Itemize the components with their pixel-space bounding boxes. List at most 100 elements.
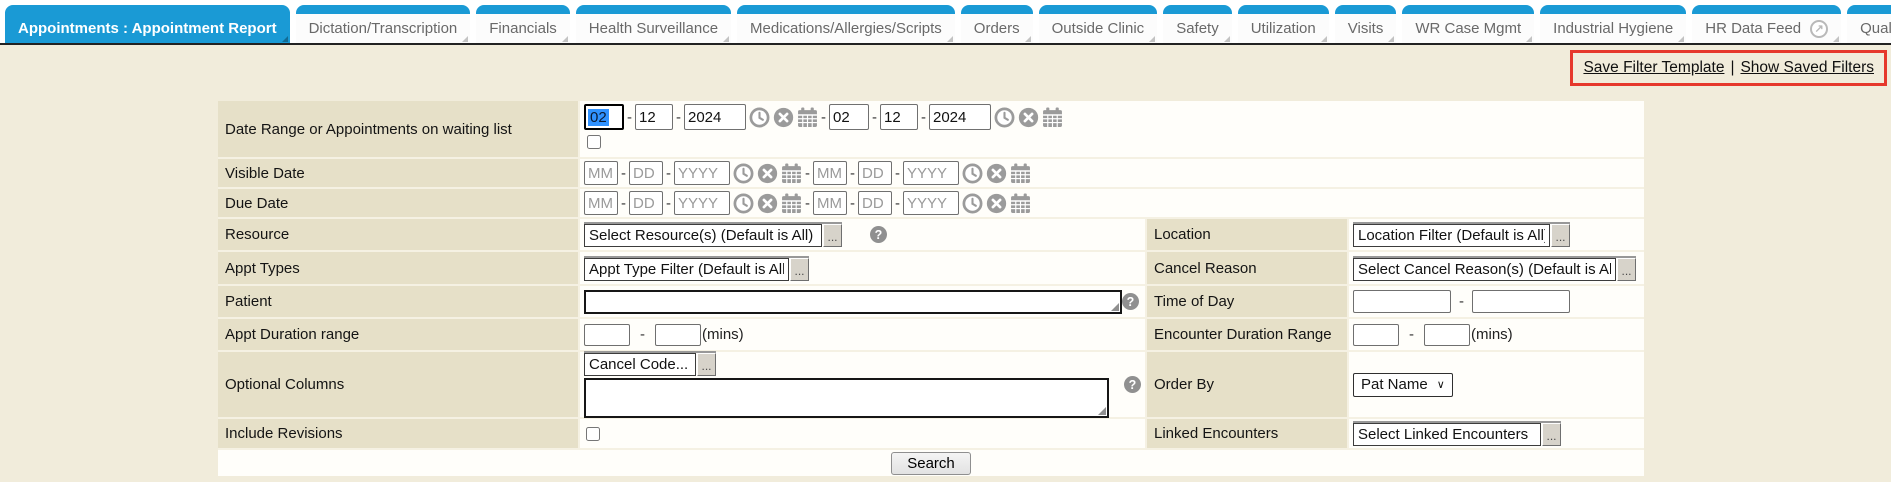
- cancel-reason-picker-button[interactable]: ...: [1617, 258, 1636, 281]
- encounter-duration-min-field[interactable]: [1353, 324, 1399, 346]
- calendar-icon[interactable]: [781, 163, 802, 184]
- tab-hr-data-feed[interactable]: HR Data Feed ↗: [1692, 5, 1841, 43]
- appt-types-picker-button[interactable]: ...: [790, 258, 809, 281]
- encounter-duration-label: Encounter Duration Range: [1147, 319, 1347, 350]
- optional-columns-textarea[interactable]: [586, 380, 1107, 416]
- tab-wr-case-mgmt[interactable]: WR Case Mgmt: [1402, 5, 1534, 43]
- tab-label: Quality of Care: [1860, 20, 1891, 37]
- tab-outside-clinic[interactable]: Outside Clinic: [1039, 5, 1158, 43]
- visible-to-day-field[interactable]: [858, 161, 892, 185]
- tab-industrial-hygiene[interactable]: Industrial Hygiene: [1540, 5, 1686, 43]
- tab-label: HR Data Feed: [1705, 20, 1801, 37]
- clock-icon[interactable]: [749, 107, 770, 128]
- date-to-day-field[interactable]: [880, 104, 918, 130]
- optional-columns-field[interactable]: [584, 353, 696, 376]
- due-to-year-field[interactable]: [903, 191, 959, 215]
- resource-picker-button[interactable]: ...: [823, 224, 842, 247]
- due-to-day-field[interactable]: [858, 191, 892, 215]
- encounter-duration-max-field[interactable]: [1424, 324, 1470, 346]
- calendar-icon[interactable]: [797, 107, 818, 128]
- calendar-icon[interactable]: [1010, 163, 1031, 184]
- optional-columns-cell: ... ?: [580, 352, 1145, 417]
- date-to-month-field[interactable]: [829, 104, 869, 130]
- due-from-month-field[interactable]: [584, 191, 618, 215]
- cancel-reason-field[interactable]: [1353, 258, 1616, 281]
- tab-label: Medications/Allergies/Scripts: [750, 20, 942, 37]
- tab-label: Outside Clinic: [1052, 20, 1145, 37]
- linked-encounters-picker-button[interactable]: ...: [1542, 423, 1561, 446]
- field-separator: -: [666, 165, 671, 182]
- tab-safety[interactable]: Safety: [1163, 5, 1232, 43]
- visible-from-year-field[interactable]: [674, 161, 730, 185]
- location-picker-button[interactable]: ...: [1551, 224, 1570, 247]
- calendar-icon[interactable]: [781, 193, 802, 214]
- field-separator: -: [676, 109, 681, 126]
- appt-types-combo: ...: [584, 256, 809, 281]
- tab-visits[interactable]: Visits: [1335, 5, 1397, 43]
- waiting-list-checkbox[interactable]: [587, 135, 601, 149]
- help-icon[interactable]: ?: [1124, 376, 1141, 393]
- resource-field[interactable]: [584, 224, 822, 247]
- tab-dictation-transcription[interactable]: Dictation/Transcription: [296, 5, 471, 43]
- date-from-day-field[interactable]: [635, 104, 673, 130]
- clock-icon[interactable]: [733, 193, 754, 214]
- clear-icon[interactable]: [986, 193, 1007, 214]
- appt-types-field[interactable]: [584, 258, 789, 281]
- order-by-select[interactable]: Pat Name ∨: [1353, 373, 1453, 397]
- date-from-year-field[interactable]: [684, 104, 746, 130]
- appt-duration-max-field[interactable]: [655, 324, 701, 346]
- include-revisions-checkbox[interactable]: [586, 427, 600, 441]
- tab-quality-of-care[interactable]: Quality of Care: [1847, 5, 1891, 43]
- tab-orders[interactable]: Orders: [961, 5, 1033, 43]
- external-link-icon: ↗: [1810, 20, 1828, 38]
- tab-label: Visits: [1348, 20, 1384, 37]
- clear-icon[interactable]: [773, 107, 794, 128]
- time-of-day-to-field[interactable]: [1472, 290, 1570, 313]
- resize-grip-icon[interactable]: [1111, 303, 1119, 311]
- patient-field[interactable]: [586, 292, 1120, 312]
- calendar-icon[interactable]: [1010, 193, 1031, 214]
- tab-utilization[interactable]: Utilization: [1238, 5, 1329, 43]
- show-saved-filters-link[interactable]: Show Saved Filters: [1740, 59, 1874, 77]
- help-icon[interactable]: ?: [1122, 293, 1139, 310]
- clear-icon[interactable]: [757, 193, 778, 214]
- save-filter-template-link[interactable]: Save Filter Template: [1583, 59, 1724, 77]
- clock-icon[interactable]: [962, 163, 983, 184]
- clock-icon[interactable]: [733, 163, 754, 184]
- date-to-year-field[interactable]: [929, 104, 991, 130]
- time-of-day-from-field[interactable]: [1353, 290, 1451, 313]
- due-from-year-field[interactable]: [674, 191, 730, 215]
- visible-from-day-field[interactable]: [629, 161, 663, 185]
- clock-icon[interactable]: [962, 193, 983, 214]
- tab-appointments-appointment-report[interactable]: Appointments : Appointment Report: [5, 5, 290, 43]
- visible-from-month-field[interactable]: [584, 161, 618, 185]
- due-to-month-field[interactable]: [813, 191, 847, 215]
- tab-financials[interactable]: Financials: [476, 5, 570, 43]
- clear-icon[interactable]: [1018, 107, 1039, 128]
- visible-to-year-field[interactable]: [903, 161, 959, 185]
- help-icon[interactable]: ?: [870, 226, 887, 243]
- order-by-selected-value: Pat Name: [1361, 376, 1428, 393]
- field-separator: -: [621, 195, 626, 212]
- encounter-duration-cell: - (mins): [1349, 319, 1644, 350]
- clear-icon[interactable]: [757, 163, 778, 184]
- search-button[interactable]: Search: [891, 452, 971, 475]
- calendar-icon[interactable]: [1042, 107, 1063, 128]
- patient-cell: ?: [580, 286, 1145, 317]
- location-field[interactable]: [1353, 224, 1550, 247]
- optional-columns-picker-button[interactable]: ...: [697, 353, 716, 376]
- appt-duration-min-field[interactable]: [584, 324, 630, 346]
- visible-to-month-field[interactable]: [813, 161, 847, 185]
- resize-grip-icon[interactable]: [1098, 407, 1106, 415]
- clock-icon[interactable]: [994, 107, 1015, 128]
- tab-label: Appointments : Appointment Report: [18, 20, 277, 37]
- date-from-month-field[interactable]: 02: [584, 104, 624, 130]
- tab-medications-allergies-scripts[interactable]: Medications/Allergies/Scripts: [737, 5, 955, 43]
- due-from-day-field[interactable]: [629, 191, 663, 215]
- selected-text: 02: [588, 109, 609, 126]
- clear-icon[interactable]: [986, 163, 1007, 184]
- actions-bar: Save Filter Template | Show Saved Filter…: [0, 45, 1891, 101]
- linked-encounters-field[interactable]: [1353, 423, 1541, 446]
- range-separator: -: [805, 195, 810, 212]
- tab-health-surveillance[interactable]: Health Surveillance: [576, 5, 731, 43]
